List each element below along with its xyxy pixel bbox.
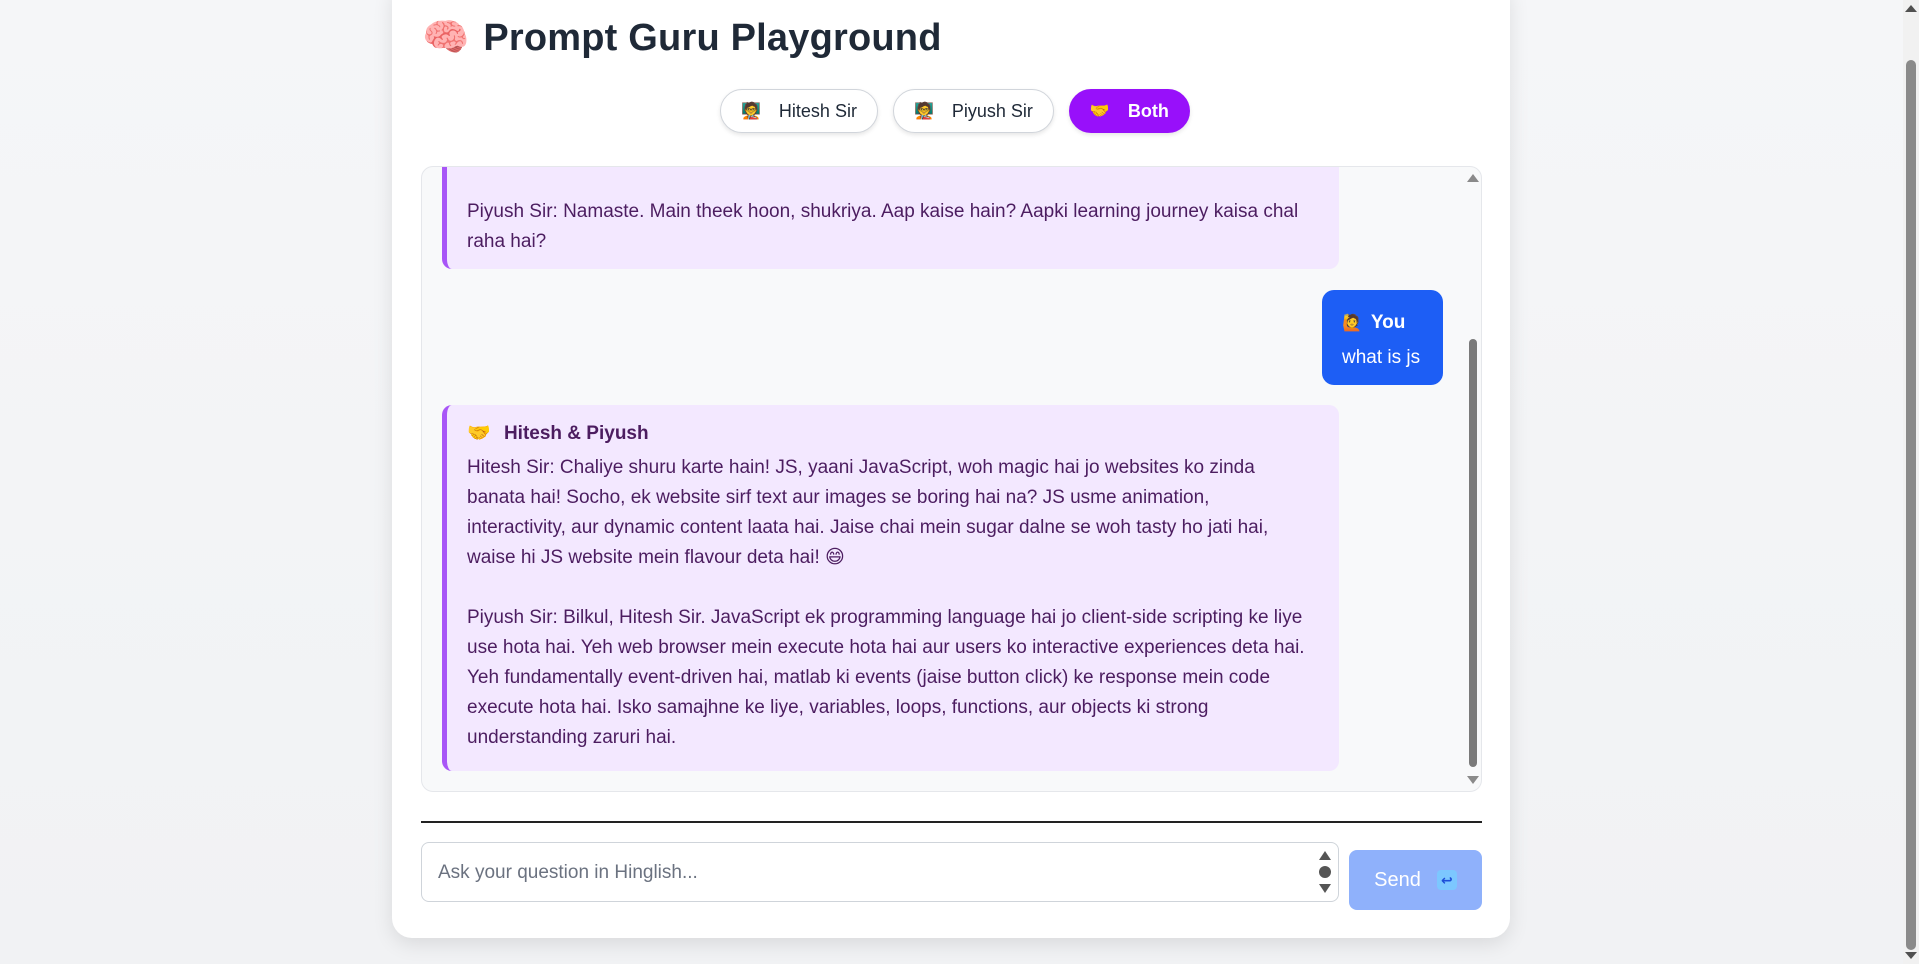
message-text: Piyush Sir: Bilkul, Hitesh Sir. JavaScri… [467,607,1305,748]
scroll-down-arrow-icon[interactable] [1905,952,1917,959]
message-text: Hitesh Sir: Chaliye shuru karte hain! JS… [467,457,1269,568]
mode-button-piyush[interactable]: 🧑‍🏫 Piyush Sir [892,89,1054,133]
scrollbar-thumb[interactable] [1469,339,1477,767]
teacher-icon: 🧑‍🏫 [913,103,934,120]
scrollbar-thumb[interactable] [1906,60,1916,950]
mode-button-hitesh[interactable]: 🧑‍🏫 Hitesh Sir [720,89,878,133]
raising-hand-icon: 🙋 [1342,315,1362,332]
mode-label: Hitesh Sir [778,100,857,121]
bot-message: Piyush Sir: Namaste. Main theek hoon, sh… [442,167,1339,269]
message-text: what is js [1342,347,1421,368]
handshake-icon: 🤝 [467,423,491,444]
bot-message: 🤝 Hitesh & Piyush Hitesh Sir: Chaliye sh… [442,405,1339,771]
mode-label: Piyush Sir [951,100,1033,121]
handshake-icon: 🤝 [1089,103,1110,120]
send-label: Send [1374,868,1421,891]
scroll-up-arrow-icon[interactable] [1467,174,1479,182]
page-scrollbar[interactable] [1903,0,1919,964]
question-input-box [421,842,1339,903]
chat-scrollbar[interactable] [1464,167,1481,791]
message-sender: 🙋 You [1342,306,1423,341]
page-title: 🧠 Prompt Guru Playground [422,14,942,62]
question-input[interactable] [436,843,1300,903]
page-title-text: Prompt Guru Playground [483,16,942,59]
send-button[interactable]: Send ↩ [1349,850,1482,910]
input-spinner[interactable] [1318,849,1332,895]
sender-name: You [1370,312,1406,333]
brain-icon: 🧠 [422,17,470,59]
divider [421,821,1482,823]
spinner-up-icon[interactable] [1319,851,1331,860]
spinner-down-icon[interactable] [1319,884,1331,893]
message-text: Piyush Sir: Namaste. Main theek hoon, sh… [467,201,1299,252]
chat-window[interactable]: Piyush Sir: Namaste. Main theek hoon, sh… [421,166,1482,792]
mode-selector: 🧑‍🏫 Hitesh Sir 🧑‍🏫 Piyush Sir 🤝 Both [720,89,1190,133]
mode-label: Both [1127,100,1169,121]
user-message: 🙋 You what is js [1322,290,1443,385]
sender-name: Hitesh & Piyush [503,423,649,444]
spinner-dot-icon [1319,866,1331,878]
mode-button-both[interactable]: 🤝 Both [1068,89,1190,133]
return-arrow-icon: ↩ [1436,870,1457,890]
teacher-icon: 🧑‍🏫 [741,103,761,120]
message-sender: 🤝 Hitesh & Piyush [467,419,1309,449]
scroll-down-arrow-icon[interactable] [1467,776,1479,784]
scroll-up-arrow-icon[interactable] [1905,5,1917,12]
